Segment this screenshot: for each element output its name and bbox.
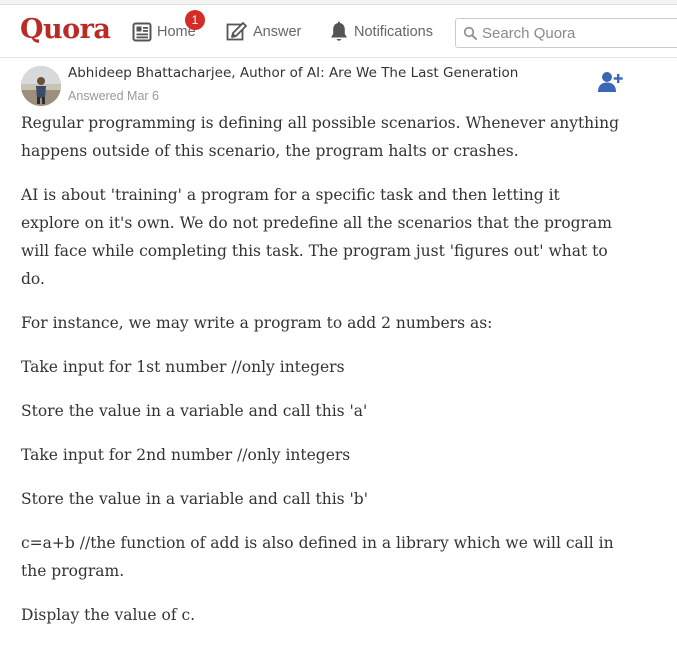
search-input[interactable] xyxy=(482,24,672,42)
answer-paragraph: Regular programming is defining all poss… xyxy=(21,114,620,160)
answer-body: Regular programming is defining all poss… xyxy=(21,109,621,645)
author-avatar[interactable] xyxy=(21,66,61,106)
answer-paragraph: Display the value of c. xyxy=(21,606,196,624)
follow-author-button[interactable] xyxy=(597,70,625,96)
search-icon xyxy=(463,26,477,40)
answer-author-row: Abhideep Bhattacharjee, Author of AI: Ar… xyxy=(0,60,677,112)
answer-paragraph: For instance, we may write a program to … xyxy=(21,314,493,332)
answered-date: Answered Mar 6 xyxy=(68,89,160,103)
author-photo xyxy=(21,66,61,106)
nav-notifications[interactable]: Notifications xyxy=(329,19,433,45)
answer-paragraph: Store the value in a variable and call t… xyxy=(21,490,368,508)
answer-paragraph: Take input for 1st number //only integer… xyxy=(21,358,345,376)
quora-logo[interactable]: Quora xyxy=(20,14,111,45)
home-icon xyxy=(132,22,152,42)
nav-answer-label: Answer xyxy=(253,24,302,40)
add-user-icon xyxy=(598,72,623,92)
author-credential[interactable]: Abhideep Bhattacharjee, Author of AI: Ar… xyxy=(68,65,518,81)
home-notification-badge: 1 xyxy=(185,10,205,30)
nav-home[interactable]: Home 1 xyxy=(132,10,205,45)
author-credential-text[interactable]: Abhideep Bhattacharjee, Author of AI: Ar… xyxy=(68,65,518,81)
answer-paragraph: c=a+b //the function of add is also defi… xyxy=(21,534,614,580)
bell-icon xyxy=(331,21,347,41)
answer-paragraph: Store the value in a variable and call t… xyxy=(21,402,368,420)
top-navigation-bar: Quora Home 1 Answer Notifications xyxy=(0,5,677,58)
answer-paragraph: AI is about 'training' a program for a s… xyxy=(21,186,612,288)
nav-answer[interactable]: Answer xyxy=(226,19,301,45)
answer-paragraph: Take input for 2nd number //only integer… xyxy=(21,446,351,464)
pencil-icon xyxy=(226,22,247,41)
search-box[interactable] xyxy=(455,18,677,48)
nav-notifications-label: Notifications xyxy=(354,24,433,40)
